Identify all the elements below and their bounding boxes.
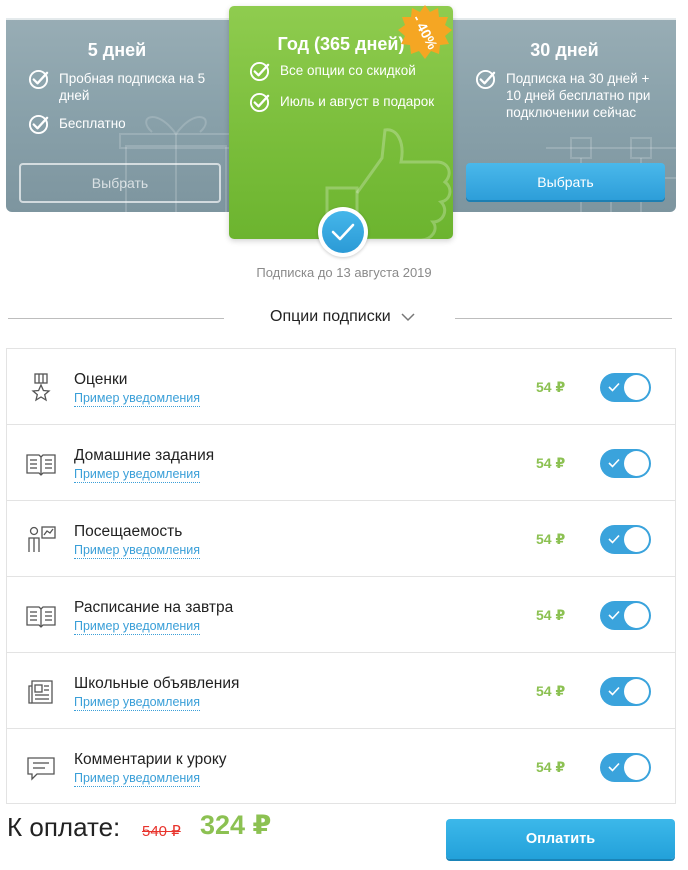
option-price: 54 ₽	[536, 455, 566, 471]
plan-feature: Все опции со скидкой	[249, 61, 443, 82]
option-price: 54 ₽	[536, 379, 566, 395]
option-row-attendance: Посещаемость Пример уведомления 54 ₽	[7, 501, 675, 577]
selected-check-icon	[322, 211, 364, 253]
option-name: Посещаемость	[74, 523, 183, 540]
option-name: Оценки	[74, 371, 128, 388]
notification-example-link[interactable]: Пример уведомления	[74, 391, 201, 407]
toggle-knob	[624, 375, 649, 400]
toggle-knob	[624, 679, 649, 704]
plan-feature-text: Бесплатно	[59, 116, 126, 131]
check-icon	[608, 610, 620, 620]
check-icon	[608, 762, 620, 772]
option-price: 54 ₽	[536, 607, 566, 623]
pay-button[interactable]: Оплатить	[446, 819, 675, 859]
toggle-knob	[624, 451, 649, 476]
plan-30-days: 30 дней Подписка на 30 дней + 10 дней бе…	[453, 18, 676, 212]
plan-feature-text: Июль и август в подарок	[280, 94, 435, 109]
homework-book-icon	[26, 454, 56, 476]
check-circle-icon	[249, 61, 270, 82]
check-circle-icon	[475, 69, 496, 90]
newspaper-icon	[28, 680, 53, 704]
option-row-comments: Комментарии к уроку Пример уведомления 5…	[7, 729, 675, 805]
option-toggle-switch[interactable]	[600, 449, 651, 478]
option-price: 54 ₽	[536, 683, 566, 699]
notification-example-link[interactable]: Пример уведомления	[74, 467, 201, 483]
plan-features: Пробная подписка на 5 дней Бесплатно	[28, 69, 218, 146]
select-5-days-button[interactable]: Выбрать	[19, 163, 221, 203]
old-price: 540 ₽	[142, 823, 181, 840]
plan-feature-text: Все опции со скидкой	[280, 63, 416, 78]
select-30-days-button[interactable]: Выбрать	[466, 163, 665, 200]
check-circle-icon	[28, 69, 49, 90]
plan-5-days: 5 дней Пробная подписка на 5 дней Беспла…	[6, 18, 228, 212]
option-name: Домашние задания	[74, 447, 215, 464]
chevron-down-icon	[401, 312, 415, 321]
option-row-homework: Домашние задания Пример уведомления 54 ₽	[7, 425, 675, 501]
options-toggle[interactable]: Опции подписки	[270, 308, 415, 326]
divider-line	[8, 318, 224, 319]
plan-feature: Июль и август в подарок	[249, 92, 443, 113]
check-circle-icon	[249, 92, 270, 113]
notification-example-link[interactable]: Пример уведомления	[74, 695, 201, 711]
options-list: Оценки Пример уведомления 54 ₽ Домашние …	[6, 348, 676, 804]
option-name: Расписание на завтра	[74, 599, 234, 616]
subscription-until-text: Подписка до 13 августа 2019	[256, 265, 432, 280]
option-row-grades: Оценки Пример уведомления 54 ₽	[7, 349, 675, 425]
toggle-knob	[624, 755, 649, 780]
option-toggle-switch[interactable]	[600, 753, 651, 782]
open-book-icon	[26, 606, 56, 628]
option-toggle-switch[interactable]	[600, 525, 651, 554]
plan-feature: Бесплатно	[28, 114, 218, 135]
plan-features: Все опции со скидкой Июль и август в под…	[249, 61, 443, 124]
plan-title: 30 дней	[530, 40, 599, 60]
payment-label: К оплате:	[7, 812, 121, 842]
options-title: Опции подписки	[270, 308, 391, 325]
option-row-announcements: Школьные объявления Пример уведомления 5…	[7, 653, 675, 729]
teacher-board-icon	[28, 526, 56, 552]
option-price: 54 ₽	[536, 531, 566, 547]
plan-title: 5 дней	[87, 40, 147, 60]
selected-plan-indicator	[318, 207, 368, 257]
plan-feature-text: Подписка на 30 дней + 10 дней бесплатно …	[506, 71, 651, 120]
check-icon	[608, 686, 620, 696]
toggle-knob	[624, 527, 649, 552]
option-row-schedule: Расписание на завтра Пример уведомления …	[7, 577, 675, 653]
option-toggle-switch[interactable]	[600, 677, 651, 706]
notification-example-link[interactable]: Пример уведомления	[74, 543, 201, 559]
divider-line	[455, 318, 672, 319]
option-price: 54 ₽	[536, 759, 566, 775]
plan-feature: Подписка на 30 дней + 10 дней бесплатно …	[475, 69, 666, 121]
check-icon	[608, 382, 620, 392]
option-name: Школьные объявления	[74, 675, 240, 692]
option-toggle-switch[interactable]	[600, 601, 651, 630]
plan-feature-text: Пробная подписка на 5 дней	[59, 71, 206, 103]
check-icon	[608, 458, 620, 468]
check-circle-icon	[28, 114, 49, 135]
discount-badge: - 40%	[397, 4, 453, 60]
option-toggle-switch[interactable]	[600, 373, 651, 402]
option-name: Комментарии к уроку	[74, 751, 227, 768]
medal-icon	[31, 373, 51, 402]
comment-icon	[27, 757, 55, 781]
notification-example-link[interactable]: Пример уведомления	[74, 771, 201, 787]
options-header: Опции подписки	[8, 308, 672, 328]
total-price: 324 ₽	[200, 810, 272, 840]
plan-feature: Пробная подписка на 5 дней	[28, 69, 218, 104]
plan-features: Подписка на 30 дней + 10 дней бесплатно …	[475, 69, 666, 132]
notification-example-link[interactable]: Пример уведомления	[74, 619, 201, 635]
toggle-knob	[624, 603, 649, 628]
check-icon	[608, 534, 620, 544]
